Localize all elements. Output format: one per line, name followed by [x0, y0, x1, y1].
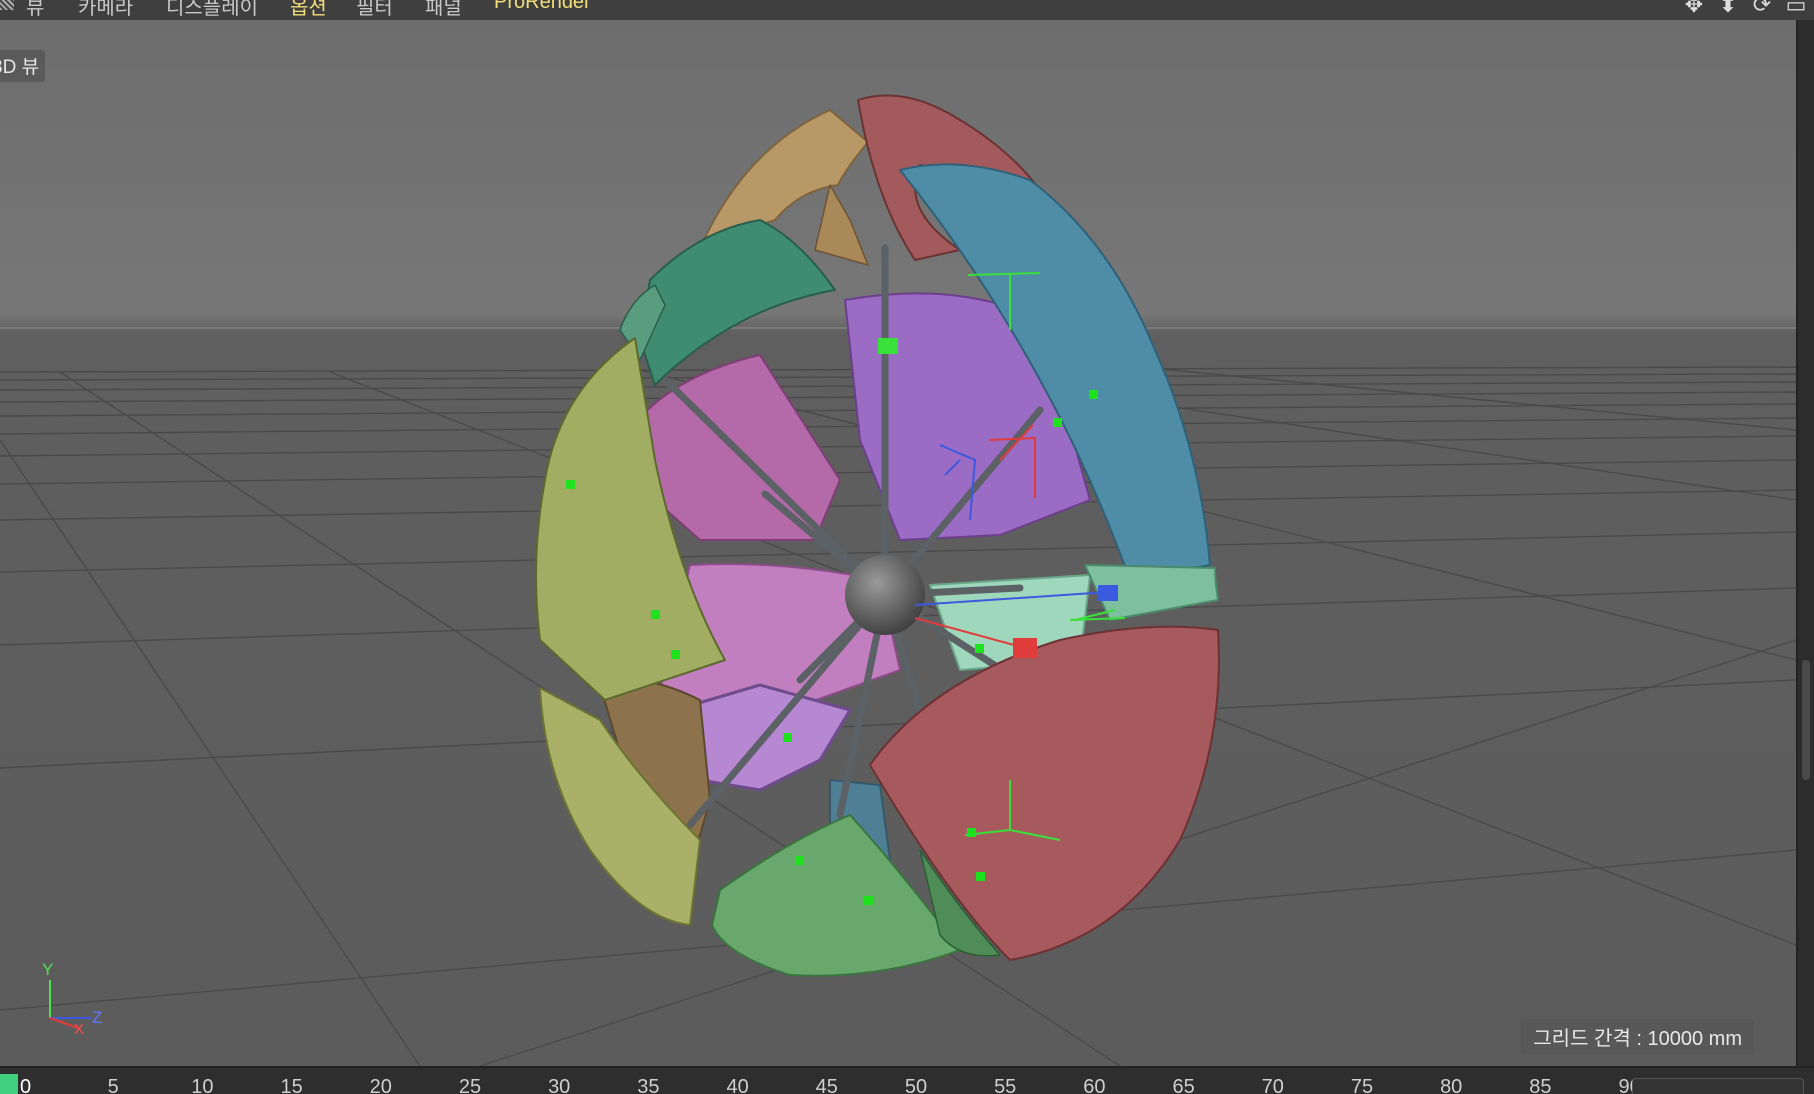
- timeline-tick-label: 30: [548, 1076, 571, 1094]
- timeline-tick-label: 35: [637, 1076, 660, 1094]
- menu-camera[interactable]: 카메라: [78, 0, 133, 20]
- playhead-marker[interactable]: [0, 1074, 18, 1094]
- timeline-tick-label: 25: [458, 1076, 482, 1094]
- timeline-tick-label: 10: [191, 1076, 214, 1094]
- timeline-tick-label: 80: [1440, 1076, 1463, 1094]
- timeline-tick-label: 65: [1172, 1076, 1195, 1094]
- timeline-tick-label: 50: [904, 1076, 928, 1094]
- scroll-thumb[interactable]: [1802, 660, 1810, 780]
- current-frame-label: 0: [20, 1076, 32, 1094]
- timeline-tick-label: 70: [1261, 1076, 1284, 1094]
- rotate-view-icon[interactable]: ⟳: [1750, 0, 1774, 18]
- toggle-layout-icon[interactable]: ▭: [1784, 0, 1808, 18]
- timeline-tick-label: 75: [1350, 1076, 1374, 1094]
- timeline-tick-label: 85: [1529, 1076, 1552, 1094]
- timeline-tick-label: 45: [815, 1076, 838, 1094]
- grip-icon[interactable]: [0, 0, 14, 10]
- grid-spacing-label: 그리드 간격 : 10000 mm: [1521, 1019, 1754, 1054]
- view-name-label[interactable]: 3D 뷰: [0, 50, 46, 82]
- menu-filter[interactable]: 필터: [356, 0, 393, 20]
- viewport-canvas[interactable]: Y Z X: [0, 20, 1796, 1066]
- hub-sphere[interactable]: [845, 555, 925, 635]
- viewport-menu-bar: 뷰 카메라 디스플레이 옵션 필터 패널 ProRender ✥ ⬍ ⟳ ▭: [0, 0, 1814, 20]
- viewport-right-scrollbar[interactable]: [1796, 20, 1814, 1066]
- move-view-icon[interactable]: ✥: [1682, 0, 1706, 18]
- timeline-tick-label: 60: [1083, 1076, 1106, 1094]
- menu-view[interactable]: 뷰: [26, 0, 44, 20]
- menu-display[interactable]: 디스플레이: [166, 0, 258, 20]
- timeline-tick-label: 20: [369, 1076, 392, 1094]
- zoom-view-icon[interactable]: ⬍: [1716, 0, 1740, 18]
- timeline-tick-label: 5: [107, 1076, 119, 1094]
- axis-y-label: Y: [42, 960, 53, 979]
- cinema4d-app: 뷰 카메라 디스플레이 옵션 필터 패널 ProRender ✥ ⬍ ⟳ ▭ Y…: [0, 0, 1814, 1094]
- timeline-ruler[interactable]: 0 5 10 15 20 25 30 35 40 45 50 55 60 65 70 75 80 85 90: [0, 1066, 1814, 1094]
- timeline-range-field[interactable]: [1632, 1078, 1804, 1094]
- timeline-tick-label: 15: [280, 1076, 303, 1094]
- viewport-3d[interactable]: Y Z X 3D 뷰 그리드 간격 : 10000 mm: [0, 20, 1796, 1066]
- timeline-tick-label: 55: [994, 1076, 1017, 1094]
- axis-z-label: Z: [92, 1008, 102, 1027]
- menu-panel[interactable]: 패널: [425, 0, 462, 20]
- menu-prorender[interactable]: ProRender: [494, 0, 591, 14]
- timeline-tick-label: 40: [726, 1076, 749, 1094]
- axis-x-label: X: [74, 1021, 84, 1038]
- menu-options[interactable]: 옵션: [290, 0, 327, 20]
